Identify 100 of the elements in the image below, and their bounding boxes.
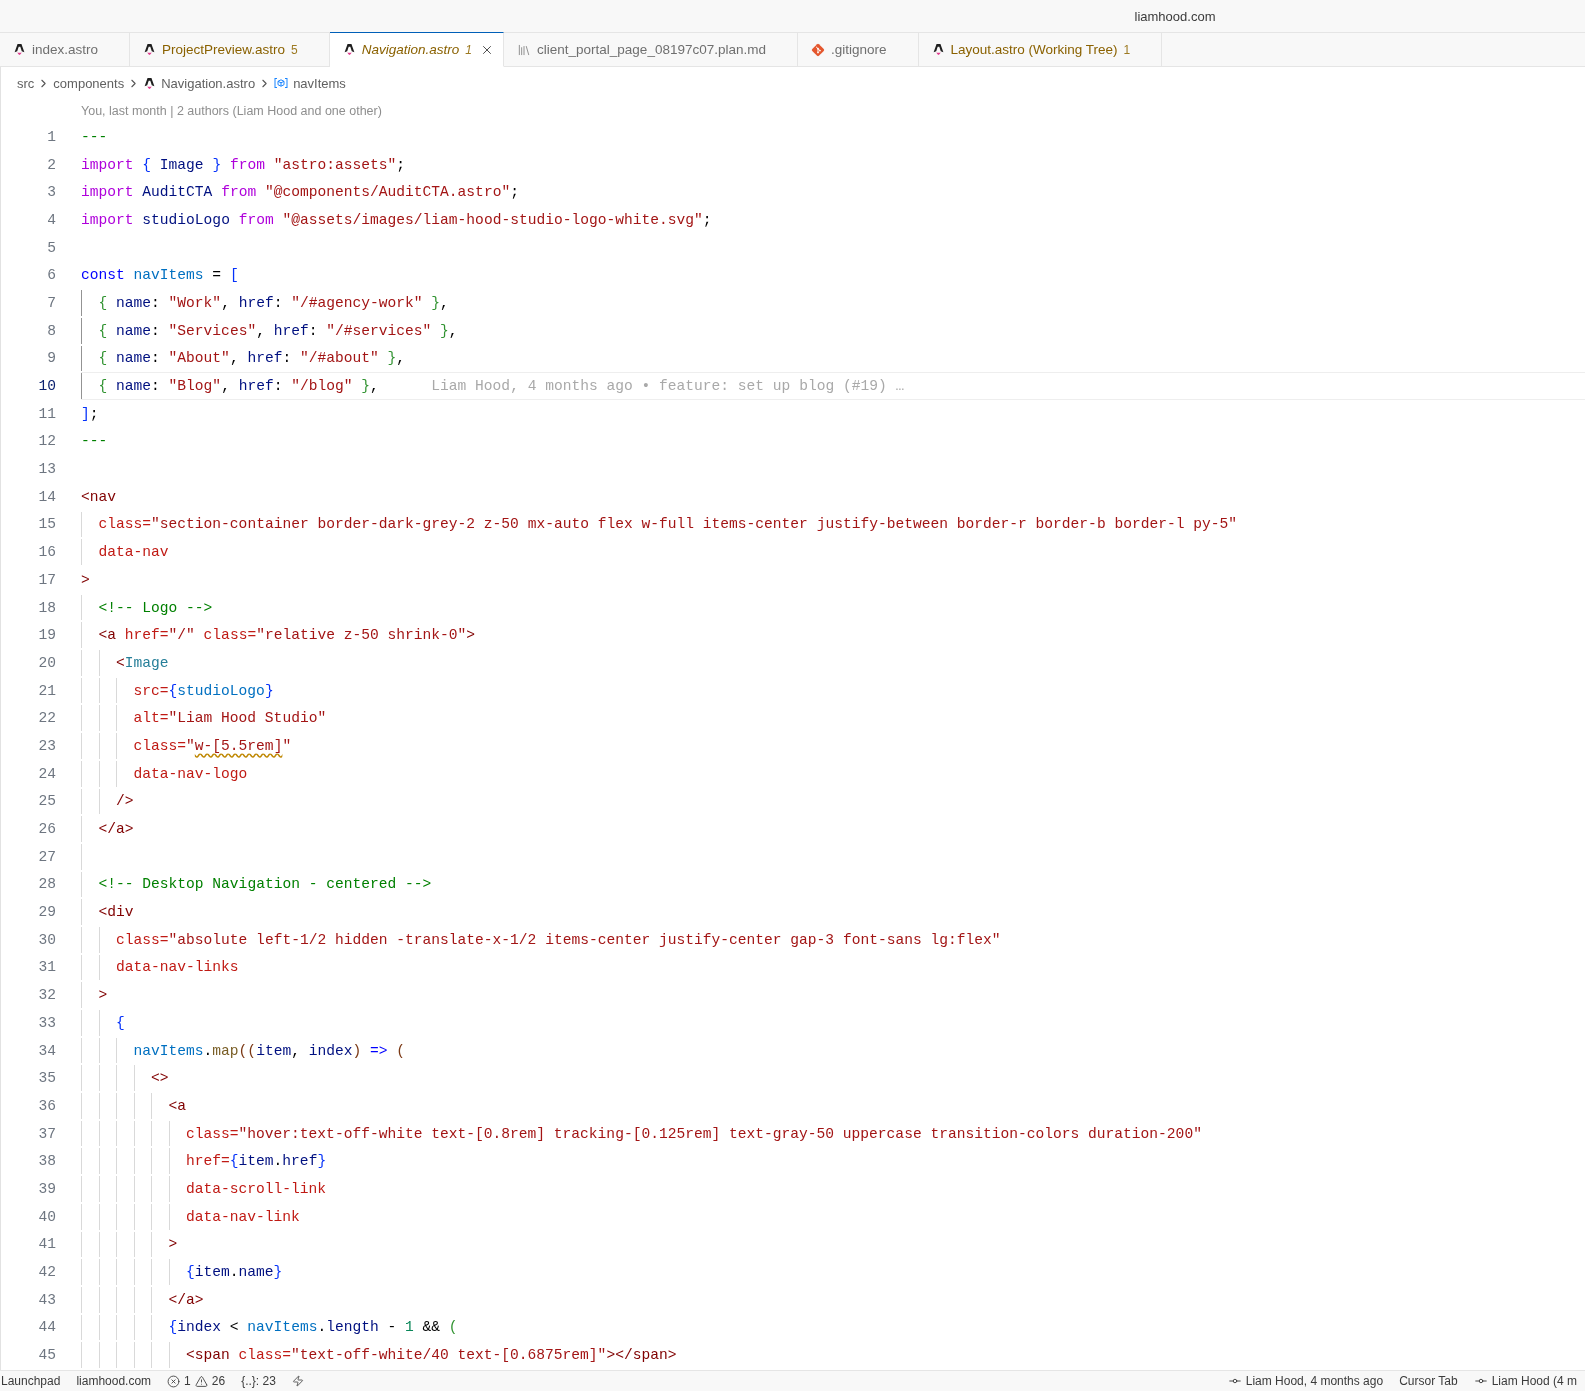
line-number: 25 <box>38 793 56 810</box>
a-flame-icon <box>931 43 945 56</box>
line-number: 28 <box>38 876 56 893</box>
code-line: { name: "About", href: "/#about" }, <box>98 350 406 367</box>
a-flame-icon <box>143 76 157 90</box>
editor-tab[interactable]: Navigation.astro 1 <box>329 32 505 67</box>
code-line: <a <box>168 1097 186 1114</box>
code-line: --- <box>81 433 108 450</box>
editor-tab[interactable]: .gitignore <box>798 32 919 67</box>
bolt-icon[interactable] <box>291 1375 304 1387</box>
line-number: 6 <box>47 267 56 284</box>
brackets-cube-icon <box>274 78 289 88</box>
line-number: 20 <box>38 654 56 671</box>
window-title: liamhood.com <box>1134 8 1216 24</box>
line-number: 15 <box>38 516 56 533</box>
code-line: /> <box>116 793 134 810</box>
line-number: 41 <box>38 1236 56 1253</box>
code-line: import { Image } from "astro:assets"; <box>81 156 406 173</box>
line-number: 34 <box>38 1042 56 1059</box>
line-number: 12 <box>38 433 56 450</box>
line-number: 37 <box>38 1125 56 1142</box>
line-number: 36 <box>38 1097 56 1114</box>
code-line: </a> <box>98 821 134 838</box>
problems-status[interactable]: 1 26 <box>159 1371 234 1391</box>
code-line: <span class="text-off-white/40 text-[0.6875rem]"></span> <box>186 1347 677 1364</box>
code-line: { name: "Services", href: "/#services" }, <box>98 322 458 339</box>
line-number: 16 <box>38 544 56 561</box>
line-number: 43 <box>38 1291 56 1308</box>
code-line: </a> <box>168 1291 204 1308</box>
line-number: 18 <box>38 599 56 616</box>
line-number: 44 <box>38 1319 56 1336</box>
line-number: 7 <box>47 294 56 311</box>
line-number: 31 <box>38 959 56 976</box>
code-line: <div <box>98 904 134 921</box>
line-number: 13 <box>38 461 56 478</box>
line-number: 27 <box>38 848 56 865</box>
line-number: 14 <box>38 488 56 505</box>
code-line: class="section-container border-dark-grey-2 z-50 mx-auto flex w-full items-center justify-between border-r border-b border-l py-5" <box>98 516 1237 533</box>
line-number: 1 <box>47 128 56 145</box>
code-line: class="w-[5.5rem]" <box>133 737 292 754</box>
code-line: const navItems = [ <box>81 267 239 284</box>
authors-codelens[interactable]: You, last month | 2 authors (Liam Hood and one other) <box>81 104 382 118</box>
status-item[interactable]: {..}: 23 <box>233 1371 284 1391</box>
line-number: 19 <box>38 627 56 644</box>
line-number: 3 <box>47 184 56 201</box>
code-line: > <box>81 571 90 588</box>
line-number: 17 <box>38 571 56 588</box>
breadcrumb-item[interactable]: src <box>17 75 35 91</box>
books-icon <box>517 42 532 57</box>
code-line: data-scroll-link <box>186 1180 327 1197</box>
editor-tab[interactable]: index.astro <box>0 32 131 67</box>
breadcrumb-item[interactable]: navItems <box>274 75 346 91</box>
line-number: 4 <box>47 211 56 228</box>
code-line: alt="Liam Hood Studio" <box>133 710 327 727</box>
status-item[interactable]: Launchpad <box>0 1371 69 1391</box>
code-line: ]; <box>81 405 99 422</box>
a-flame-icon <box>342 43 356 56</box>
editor-tab[interactable]: client_portal_page_08197c07.plan.md <box>504 32 798 67</box>
line-number: 23 <box>38 737 56 754</box>
code-line: { name: "Work", href: "/#agency-work" }, <box>98 294 449 311</box>
code-line: <nav <box>81 488 117 505</box>
line-number: 10 <box>38 378 56 395</box>
line-number: 42 <box>38 1264 56 1281</box>
a-flame-icon <box>143 43 157 56</box>
code-line: class="absolute left-1/2 hidden -translate-x-1/2 items-center justify-center gap-3 font-sans lg:flex" <box>116 931 1001 948</box>
code-line: src={studioLogo} <box>133 682 274 699</box>
code-line: import AuditCTA from "@components/AuditCTA.astro"; <box>81 184 519 201</box>
editor-tab[interactable]: ProjectPreview.astro 5 <box>130 32 330 67</box>
line-number: 26 <box>38 821 56 838</box>
editor-tab[interactable]: Layout.astro (Working Tree) 1 <box>918 32 1163 67</box>
code-line: navItems.map((item, index) => ( <box>133 1042 406 1059</box>
code-line: <!-- Desktop Navigation - centered --> <box>98 876 432 893</box>
code-line: {item.name} <box>186 1264 283 1281</box>
blame-annotation: Liam Hood, 4 months ago • feature: set up blog (#19) … <box>431 378 905 395</box>
line-number: 30 <box>38 931 56 948</box>
blame-status[interactable]: Liam Hood, 4 months ago <box>1226 1371 1392 1391</box>
blame-status[interactable]: Liam Hood (4 m <box>1465 1371 1585 1391</box>
diamond-branch-icon <box>811 42 825 57</box>
status-item[interactable]: Cursor Tab <box>1391 1371 1466 1391</box>
line-number: 29 <box>38 904 56 921</box>
code-line: > <box>98 987 108 1004</box>
line-number: 38 <box>38 1153 56 1170</box>
line-number: 5 <box>47 239 56 256</box>
code-line: {index < navItems.length - 1 && ( <box>168 1319 458 1336</box>
code-line: <a href="/" class="relative z-50 shrink-0"> <box>98 627 476 644</box>
line-number: 11 <box>38 405 56 422</box>
code-line: <> <box>151 1070 169 1087</box>
line-number: 2 <box>47 156 56 173</box>
line-number: 33 <box>38 1014 56 1031</box>
error-icon <box>167 1374 181 1388</box>
code-line: data-nav-link <box>186 1208 300 1225</box>
code-line: data-nav-links <box>116 959 239 976</box>
code-line: > <box>168 1236 178 1253</box>
line-number: 21 <box>38 682 56 699</box>
line-number: 32 <box>38 987 56 1004</box>
breadcrumb-item[interactable]: components <box>53 75 125 91</box>
breadcrumb-item[interactable]: Navigation.astro <box>143 75 256 91</box>
status-item[interactable]: liamhood.com <box>68 1371 160 1391</box>
line-number: 45 <box>38 1347 56 1364</box>
line-number: 35 <box>38 1070 56 1087</box>
